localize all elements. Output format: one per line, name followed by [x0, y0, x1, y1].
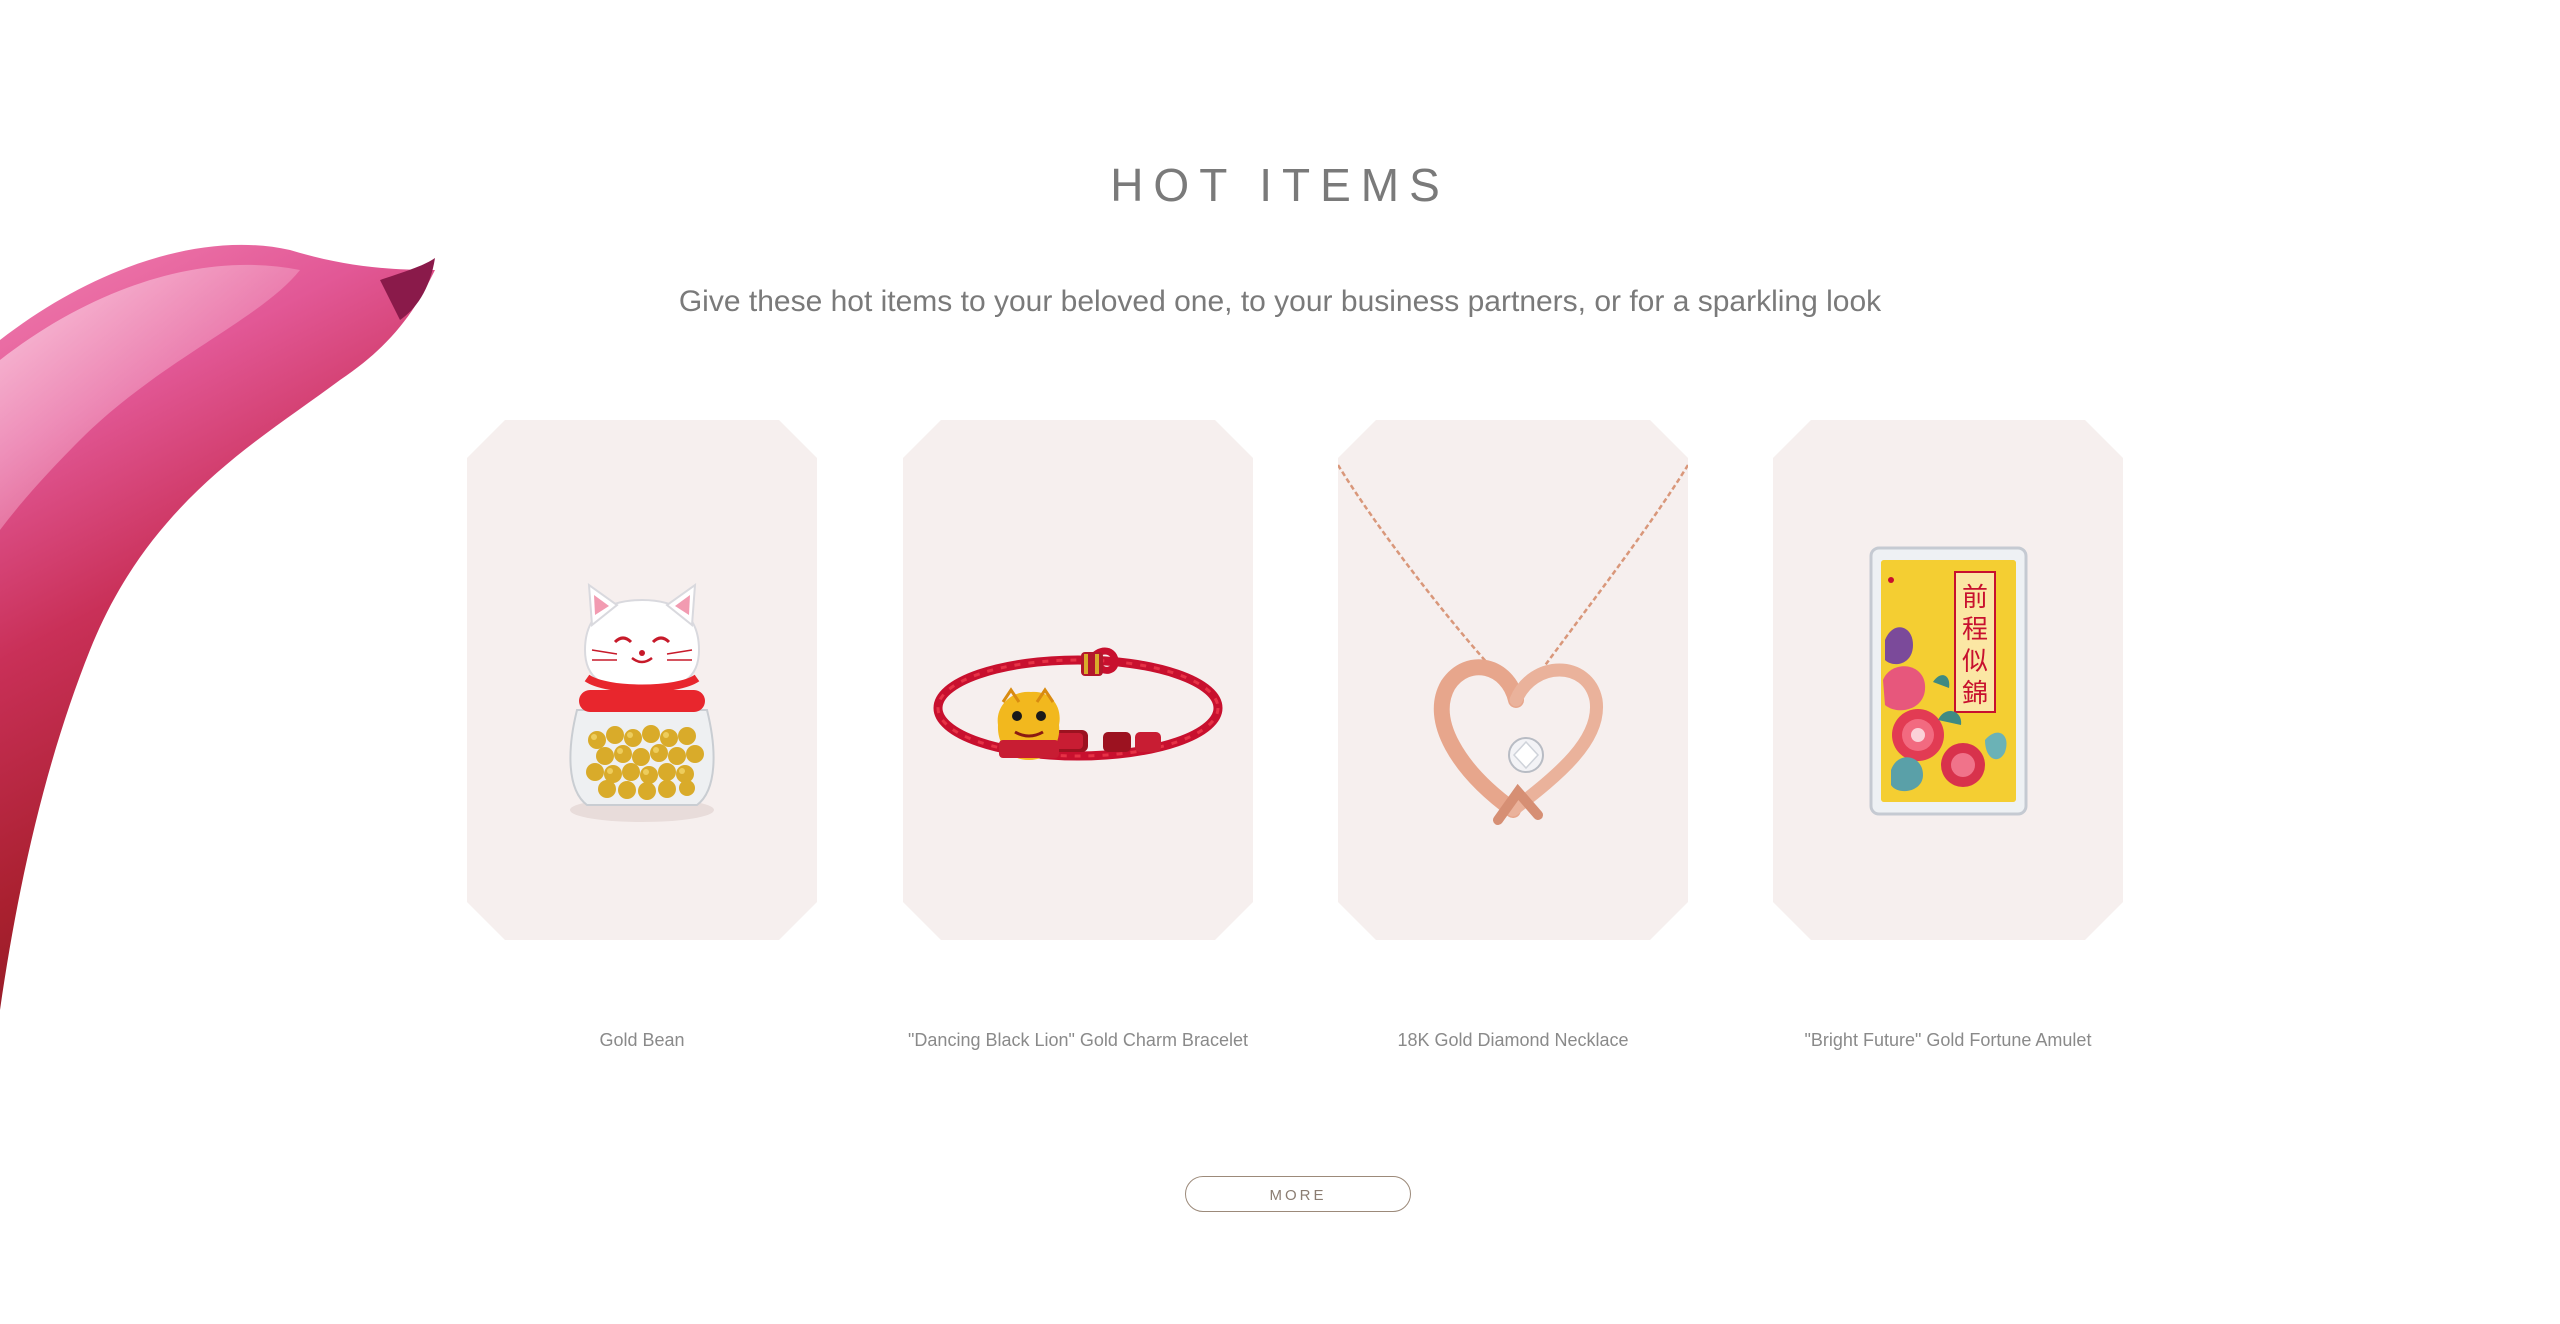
- red-bracelet-icon: [933, 647, 1223, 761]
- calla-lily-petal-decoration: [0, 244, 435, 1010]
- product-card-diamond-necklace[interactable]: [1338, 420, 1688, 940]
- product-name[interactable]: 18K Gold Diamond Necklace: [1258, 1030, 1768, 1051]
- amulet-char-2: 程: [1962, 615, 1988, 645]
- hot-items-page: HOT ITEMS Give these hot items to your b…: [0, 0, 2560, 1324]
- section-subtitle: Give these hot items to your beloved one…: [678, 285, 1882, 318]
- gold-amulet-icon: 前 程 似 錦: [1869, 546, 2028, 816]
- amulet-char-3: 似: [1962, 647, 1988, 677]
- product-name[interactable]: Gold Bean: [387, 1030, 897, 1051]
- amulet-char-1: 前: [1962, 583, 1988, 613]
- product-item: 前 程 似 錦 "Bright Future" Gold Fortune Amu…: [1773, 420, 2123, 1050]
- product-card-lion-bracelet[interactable]: [903, 420, 1253, 940]
- product-card-gold-bean[interactable]: [467, 420, 817, 940]
- product-item: "Dancing Black Lion" Gold Charm Bracelet: [903, 420, 1253, 1050]
- product-card-fortune-amulet[interactable]: 前 程 似 錦: [1773, 420, 2123, 940]
- lion-charm: [997, 687, 1060, 760]
- heart-necklace-icon: [1338, 464, 1688, 825]
- amulet-char-4: 錦: [1962, 679, 1988, 709]
- lucky-cat-jar-icon: [569, 582, 715, 822]
- more-button[interactable]: MORE: [1185, 1176, 1411, 1212]
- section-title: HOT ITEMS: [1110, 159, 1450, 211]
- product-item: 18K Gold Diamond Necklace: [1338, 420, 1688, 1050]
- product-item: Gold Bean: [467, 420, 817, 1050]
- product-name[interactable]: "Dancing Black Lion" Gold Charm Bracelet: [823, 1030, 1333, 1051]
- product-name[interactable]: "Bright Future" Gold Fortune Amulet: [1693, 1030, 2203, 1051]
